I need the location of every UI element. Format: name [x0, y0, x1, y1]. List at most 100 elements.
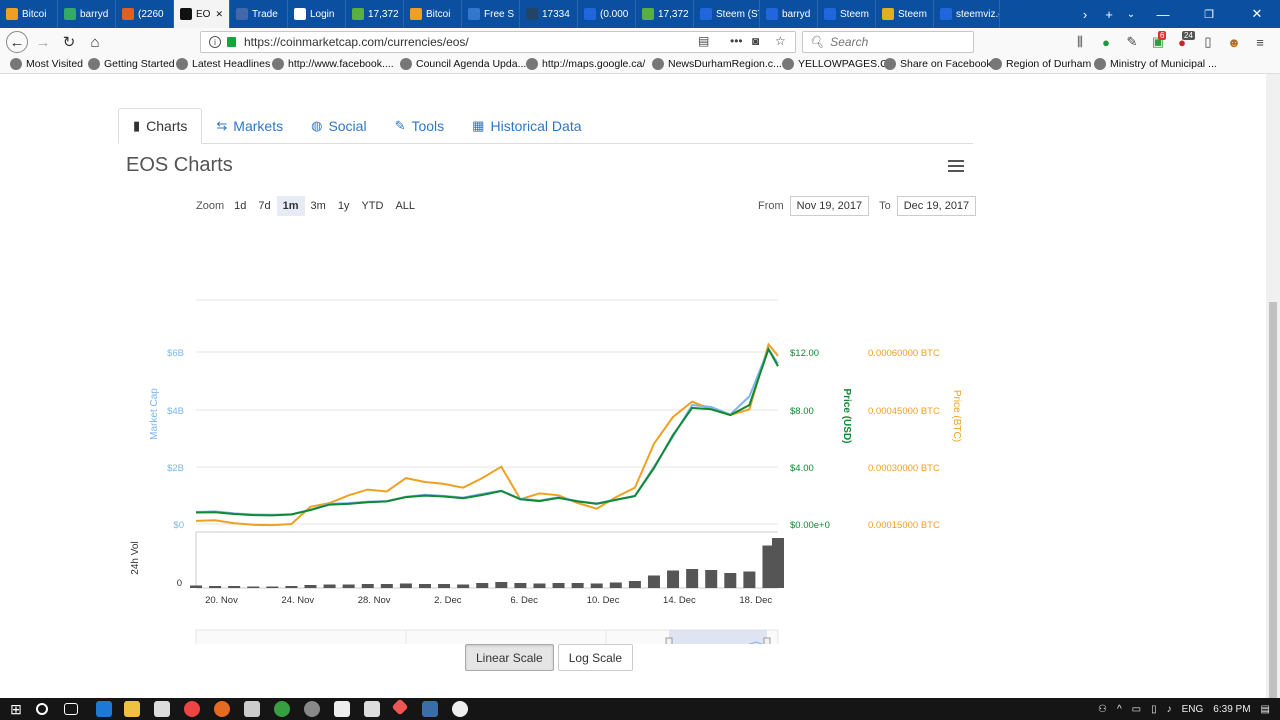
browser-tab[interactable]: Steem (ST: [694, 0, 760, 28]
bookmark-item[interactable]: Region of Durham: [990, 58, 1091, 70]
start-windows-icon[interactable]: ⊞: [8, 701, 24, 717]
calculator-icon[interactable]: [244, 701, 260, 717]
zoom-1m-button[interactable]: 1m: [276, 196, 305, 216]
scrollbar-thumb[interactable]: [1269, 302, 1277, 698]
zoom-3m-button[interactable]: 3m: [305, 196, 332, 216]
tray-chevron-icon[interactable]: ^: [1117, 704, 1122, 715]
bookmark-star-icon[interactable]: ☆: [775, 34, 786, 48]
zoom-all-button[interactable]: ALL: [389, 196, 421, 216]
bookmark-item[interactable]: Share on Facebook: [884, 58, 992, 70]
zoom-1y-button[interactable]: 1y: [332, 196, 356, 216]
tab-social[interactable]: ◍ Social: [297, 108, 380, 144]
language-indicator[interactable]: ENG: [1182, 704, 1204, 715]
tab-charts[interactable]: ▮ Charts: [118, 108, 203, 144]
chrome-alt-icon[interactable]: [452, 701, 468, 717]
reload-button[interactable]: ↻: [58, 32, 80, 52]
forward-button[interactable]: →: [32, 32, 54, 52]
browser-tab[interactable]: EO ✕: [174, 0, 230, 28]
volume-icon[interactable]: ♪: [1167, 704, 1172, 715]
profile-icon[interactable]: ☻: [1226, 34, 1242, 50]
tab-historical-data[interactable]: ▦ Historical Data: [458, 108, 595, 144]
from-date-input[interactable]: Nov 19, 2017: [789, 196, 870, 216]
browser-tab[interactable]: Steem: [818, 0, 876, 28]
volume-bar: [342, 584, 355, 588]
browser-tab[interactable]: Free S: [462, 0, 520, 28]
bookmark-favicon-icon: [1094, 58, 1106, 70]
zoom-1d-button[interactable]: 1d: [228, 196, 252, 216]
close-window-button[interactable]: ✕: [1234, 0, 1280, 28]
bookmark-item[interactable]: Latest Headlines: [176, 58, 270, 70]
browser-tab[interactable]: Bitcoi: [0, 0, 58, 28]
back-button[interactable]: ←: [6, 31, 28, 53]
log-scale-button[interactable]: Log Scale: [557, 644, 634, 671]
search-input[interactable]: [830, 35, 961, 49]
browser-tab[interactable]: Bitcoi: [404, 0, 462, 28]
site-info-icon[interactable]: i: [209, 36, 221, 48]
mail-icon[interactable]: [334, 701, 350, 717]
reader-view-icon[interactable]: ▤: [698, 34, 709, 48]
grammarly-icon[interactable]: ●: [1098, 34, 1114, 50]
file-explorer-icon[interactable]: [124, 701, 140, 717]
sidebar-icon[interactable]: ▯: [1200, 34, 1216, 50]
store-icon[interactable]: [154, 701, 170, 717]
battery-icon[interactable]: ▯: [1151, 704, 1157, 715]
bookmark-item[interactable]: Most Visited: [10, 58, 83, 70]
restore-button[interactable]: ❐: [1186, 0, 1232, 28]
bookmark-item[interactable]: YELLOWPAGES.CA: [782, 58, 895, 70]
browser-tab[interactable]: 17,372: [636, 0, 694, 28]
eos-chart[interactable]: $0 $0.00e+0 0.00015000 BTC $2B $4.00 0.000300…: [126, 224, 976, 644]
bookmark-item[interactable]: http://maps.google.ca/: [526, 58, 645, 70]
zoom-ytd-button[interactable]: YTD: [355, 196, 389, 216]
edge-icon[interactable]: [96, 701, 112, 717]
volume-bar: [438, 584, 451, 588]
page-actions-icon[interactable]: •••: [730, 34, 743, 48]
app-icon-green[interactable]: [274, 701, 290, 717]
chart-menu-icon[interactable]: [948, 160, 964, 172]
tab-favicon-icon: [6, 8, 18, 20]
chrome-icon[interactable]: [184, 701, 200, 717]
browser-tab[interactable]: (0.000: [578, 0, 636, 28]
library-icon[interactable]: ⫼: [1072, 34, 1088, 50]
url-text[interactable]: https://coinmarketcap.com/currencies/eos…: [244, 35, 469, 49]
bookmark-item[interactable]: Council Agenda Upda...: [400, 58, 526, 70]
bookmark-item[interactable]: Ministry of Municipal ...: [1094, 58, 1217, 70]
cortana-icon[interactable]: [36, 703, 48, 715]
close-tab-icon[interactable]: ✕: [215, 9, 223, 20]
tab-label: Social: [328, 118, 367, 134]
tab-tools[interactable]: ✎ Tools: [381, 108, 459, 144]
browser-tab[interactable]: steemviz.c: [934, 0, 1000, 28]
people-icon[interactable]: ⚇: [1098, 704, 1107, 715]
notifications-icon[interactable]: ▤: [1261, 704, 1270, 715]
browser-tab[interactable]: 17,372: [346, 0, 404, 28]
clock[interactable]: 6:39 PM: [1213, 704, 1250, 715]
calc-icon[interactable]: [364, 701, 380, 717]
browser-tab[interactable]: barryd: [760, 0, 818, 28]
browser-tab[interactable]: Trade: [230, 0, 288, 28]
search-box[interactable]: 🔍︎: [802, 31, 974, 53]
brave-icon[interactable]: [391, 698, 409, 716]
home-button[interactable]: ⌂: [84, 32, 106, 52]
page-scrollbar[interactable]: [1266, 74, 1280, 698]
bookmark-favicon-icon: [400, 58, 412, 70]
app-icon-gray[interactable]: [304, 701, 320, 717]
eyedropper-icon[interactable]: ✎: [1124, 34, 1140, 50]
task-view-icon[interactable]: [64, 703, 78, 715]
bookmark-item[interactable]: Getting Started: [88, 58, 175, 70]
firefox-icon[interactable]: [214, 701, 230, 717]
tab-markets[interactable]: ⇆ Markets: [202, 108, 297, 144]
linear-scale-button[interactable]: Linear Scale: [465, 644, 554, 671]
menu-icon[interactable]: ≡: [1252, 34, 1268, 50]
browser-tab[interactable]: Login: [288, 0, 346, 28]
to-date-input[interactable]: Dec 19, 2017: [896, 196, 977, 216]
pocket-icon[interactable]: ◙: [752, 34, 759, 48]
browser-tab[interactable]: barryd: [58, 0, 116, 28]
app-icon-blue[interactable]: [422, 701, 438, 717]
minimize-button[interactable]: —: [1140, 0, 1186, 28]
browser-tab[interactable]: 17334: [520, 0, 578, 28]
browser-tab[interactable]: (2260: [116, 0, 174, 28]
bookmark-item[interactable]: http://www.facebook....: [272, 58, 394, 70]
bookmark-item[interactable]: NewsDurhamRegion.c...: [652, 58, 782, 70]
zoom-7d-button[interactable]: 7d: [252, 196, 276, 216]
browser-tab[interactable]: Steem: [876, 0, 934, 28]
network-icon[interactable]: ▭: [1132, 704, 1141, 715]
